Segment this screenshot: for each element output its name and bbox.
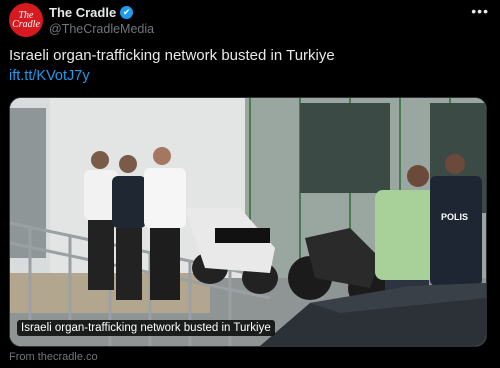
- media-photo: POLIS: [10, 98, 486, 346]
- name-line: The Cradle ✔: [49, 5, 134, 20]
- user-handle[interactable]: @TheCradleMedia: [49, 22, 154, 36]
- avatar[interactable]: The Cradle: [9, 3, 43, 37]
- tweet-link[interactable]: ift.tt/KVotJ7y: [9, 68, 90, 84]
- card-source[interactable]: From thecradle.co: [9, 351, 98, 363]
- more-options-icon[interactable]: •••: [471, 3, 489, 19]
- display-name[interactable]: The Cradle: [49, 5, 116, 20]
- verified-badge-icon: ✔: [120, 6, 134, 19]
- tweet-text: Israeli organ-trafficking network busted…: [9, 47, 335, 64]
- police-vest-label: POLIS: [441, 212, 468, 222]
- media-image[interactable]: POLIS: [9, 97, 487, 347]
- avatar-logo-text-2: Cradle: [12, 19, 40, 30]
- media-caption: Israeli organ-trafficking network busted…: [17, 320, 275, 336]
- tweet-header: The Cradle The Cradle ✔ @TheCradleMedia …: [9, 3, 491, 39]
